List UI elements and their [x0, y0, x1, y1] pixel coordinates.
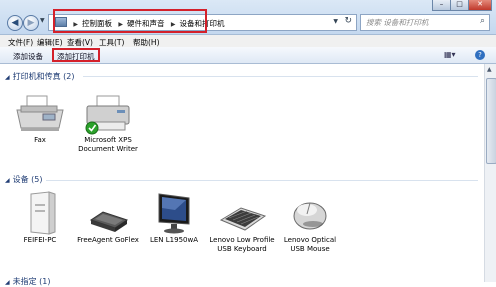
device-item-feifei-pc[interactable]: FEIFEI-PC: [6, 190, 74, 245]
printer-icon: [85, 95, 130, 135]
device-label: FEIFEI-PC: [23, 236, 57, 244]
search-input[interactable]: 搜索 设备和打印机 ⌕: [360, 14, 490, 31]
device-label: LEN L1950wA: [149, 236, 198, 244]
monitor-icon: [158, 193, 190, 234]
section-divider: [46, 180, 478, 181]
device-label: FreeAgent GoFlex: [77, 236, 139, 244]
close-button[interactable]: ✕: [468, 0, 492, 11]
menu-bar: 文件(F) 编辑(E) 查看(V) 工具(T) 帮助(H): [0, 35, 496, 47]
section-title-devices: 设备 (5): [12, 175, 43, 184]
default-check-icon: [85, 121, 99, 135]
device-item-keyboard[interactable]: Lenovo Low Profile USB Keyboard: [208, 190, 276, 254]
device-label: Fax: [34, 136, 46, 144]
add-printer-highlight-box: [52, 48, 100, 62]
back-arrow-icon[interactable]: ◀: [7, 15, 23, 31]
device-item-xps-writer[interactable]: Microsoft XPS Document Writer: [74, 94, 142, 154]
device-item-monitor[interactable]: LEN L1950wA: [140, 190, 208, 245]
section-header-printers[interactable]: ◢ 打印机和传真 (2): [5, 71, 75, 82]
section-title-printers: 打印机和传真 (2): [12, 72, 75, 81]
add-device-button[interactable]: 添加设备: [13, 51, 43, 62]
device-label: Lenovo Low Profile USB Keyboard: [209, 236, 275, 253]
device-label: Microsoft XPS Document Writer: [78, 136, 138, 153]
device-item-mouse[interactable]: Lenovo Optical USB Mouse: [276, 190, 344, 254]
command-bar: 添加设备 添加打印机 ▦▾ ?: [0, 47, 496, 64]
view-options-icon[interactable]: ▦▾: [444, 50, 456, 59]
recent-pages-dropdown-icon[interactable]: ▼: [40, 17, 45, 24]
scrollbar-thumb[interactable]: [486, 78, 496, 164]
maximize-button[interactable]: □: [450, 0, 469, 11]
device-list-pane: ◢ 打印机和传真 (2) Fax Microsoft XPS Document W…: [0, 64, 484, 286]
address-highlight-box: [53, 9, 207, 33]
minimize-button[interactable]: –: [432, 0, 451, 11]
collapse-triangle-icon[interactable]: ◢: [5, 177, 10, 184]
vertical-scrollbar[interactable]: ▲: [484, 64, 496, 282]
device-label: Lenovo Optical USB Mouse: [283, 236, 337, 253]
refresh-icon[interactable]: ↻: [344, 16, 352, 26]
scroll-up-arrow-icon[interactable]: ▲: [487, 66, 492, 73]
fax-icon: [16, 95, 64, 131]
collapse-triangle-icon[interactable]: ◢: [5, 74, 10, 81]
device-item-fax[interactable]: Fax: [6, 94, 74, 145]
collapse-triangle-icon[interactable]: ◢: [5, 279, 10, 286]
forward-arrow-icon[interactable]: ▶: [23, 15, 39, 31]
title-bar: – □ ✕ ◀ ▶ ▼ ▶ 控制面板 ▶ 硬件和声音 ▶ 设备和打印机 ▼ ↻ 搜索 …: [0, 0, 496, 35]
help-icon[interactable]: ?: [475, 50, 485, 60]
search-placeholder: 搜索 设备和打印机: [366, 18, 429, 27]
device-item-freeagent[interactable]: FreeAgent GoFlex: [74, 190, 142, 245]
external-drive-icon: [89, 211, 129, 232]
search-icon[interactable]: ⌕: [480, 16, 485, 26]
mouse-icon: [293, 202, 327, 230]
section-header-devices[interactable]: ◢ 设备 (5): [5, 174, 43, 185]
address-dropdown-icon[interactable]: ▼: [333, 18, 338, 25]
computer-tower-icon: [30, 191, 56, 235]
keyboard-icon: [219, 207, 267, 231]
section-divider: [83, 76, 478, 77]
